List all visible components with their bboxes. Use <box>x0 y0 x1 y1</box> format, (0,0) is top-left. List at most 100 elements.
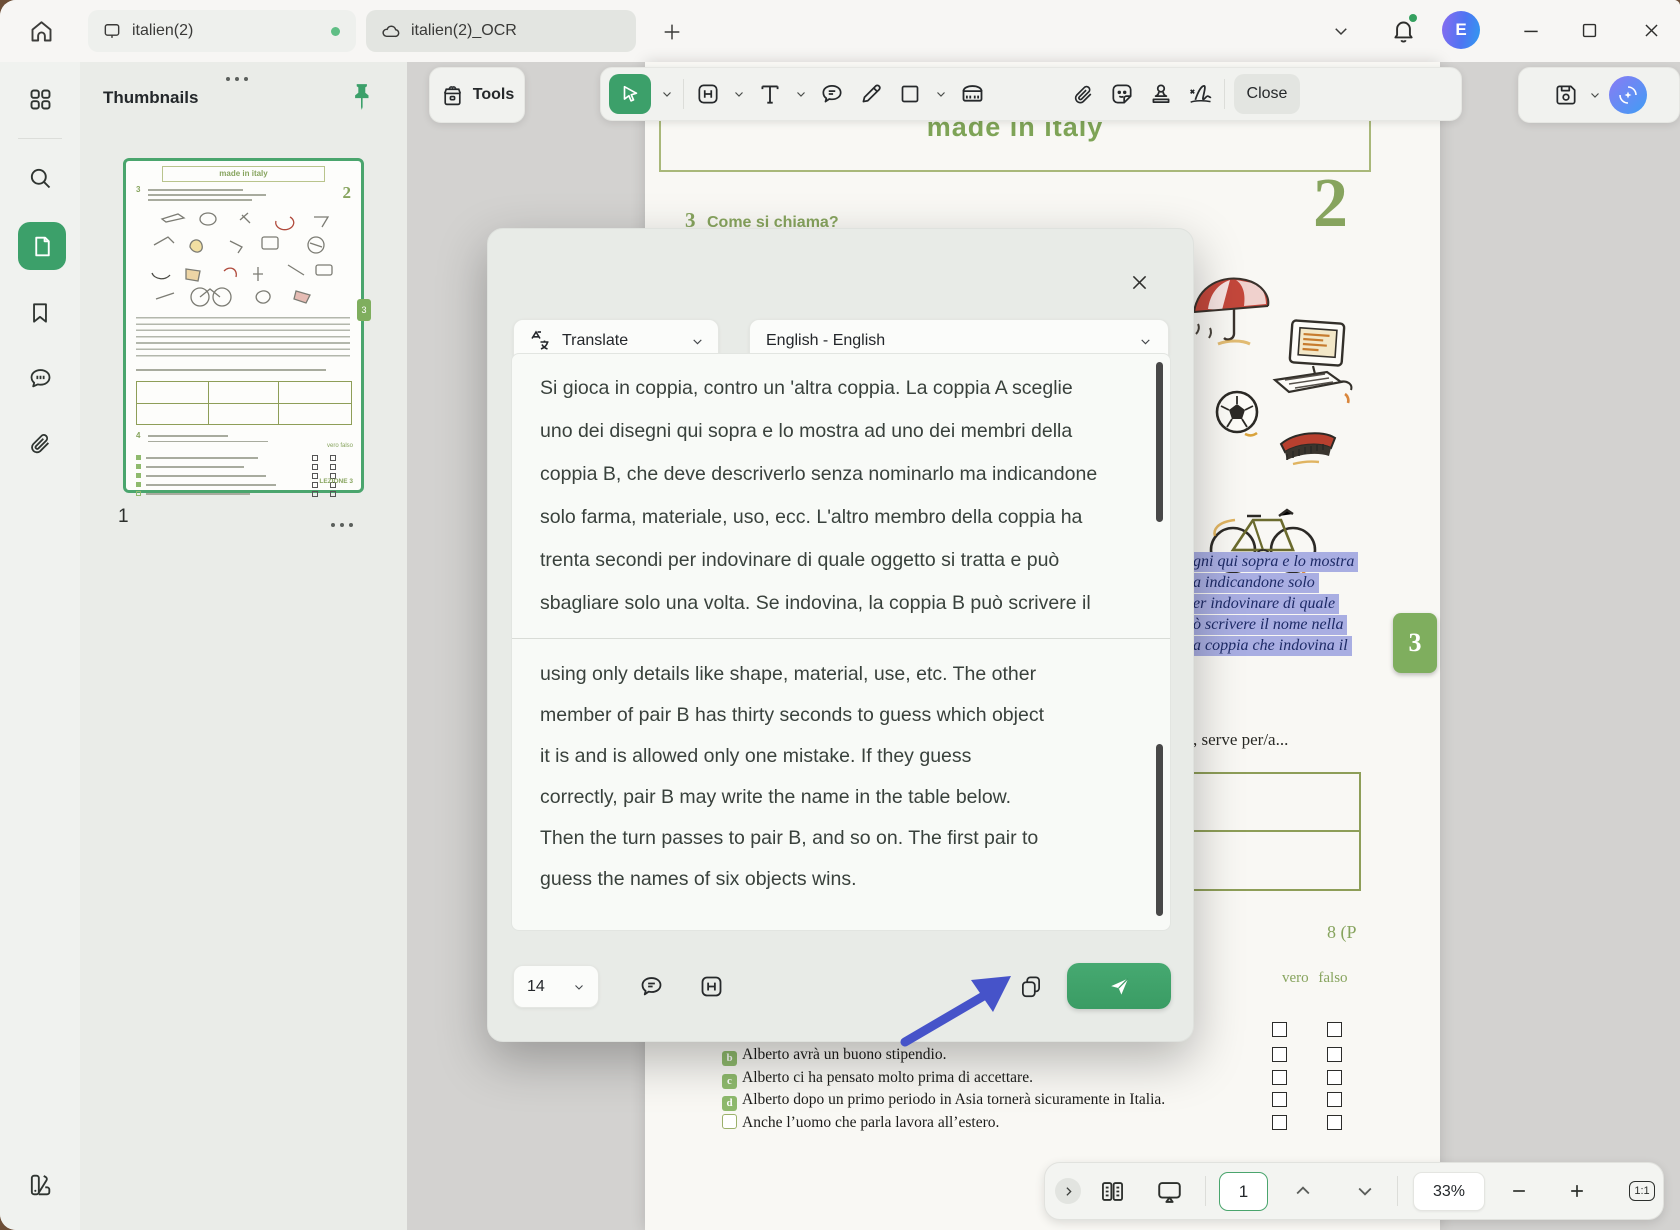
source-scrollbar[interactable] <box>1156 362 1163 522</box>
text-tool-button[interactable] <box>755 79 785 109</box>
thumbnail-paragraph <box>136 317 350 361</box>
panel-menu-dots[interactable] <box>223 68 250 86</box>
thumbnail-page-number: 1 <box>118 506 129 527</box>
sticker-tool-button[interactable] <box>1107 79 1137 109</box>
new-tab-button[interactable] <box>654 14 690 50</box>
chat-bubble-icon <box>30 368 50 387</box>
save-button[interactable] <box>1551 80 1581 110</box>
pen-tool-button[interactable] <box>856 79 886 109</box>
plus-icon <box>664 24 680 40</box>
ai-assistant-button[interactable] <box>1609 76 1647 114</box>
page-layout-button[interactable] <box>1095 1175 1129 1207</box>
source-line: uno dei disegni qui sopra e lo mostra ad… <box>540 420 1073 442</box>
item-text: Alberto ci ha pensato molto prima di acc… <box>742 1069 1033 1086</box>
close-tools-label: Close <box>1246 85 1288 102</box>
presentation-mode-button[interactable] <box>1151 1175 1187 1207</box>
thumbnail-menu-dots[interactable] <box>328 514 355 532</box>
copy-result-button[interactable] <box>1016 971 1046 1001</box>
pin-icon <box>355 84 369 110</box>
save-options-chevron[interactable] <box>1588 88 1602 102</box>
paperclip-icon <box>30 433 49 453</box>
source-line: Si gioca in coppia, contro un 'altra cop… <box>540 377 1073 399</box>
minimize-button[interactable] <box>1516 18 1546 44</box>
stamp-tool-button[interactable] <box>1146 79 1176 109</box>
tools-button[interactable]: Tools <box>429 67 525 123</box>
dialog-comment-button[interactable] <box>636 971 666 1001</box>
sidebar-item-apps[interactable] <box>25 84 55 114</box>
notifications-button[interactable] <box>1386 12 1420 48</box>
translated-line: it is and is allowed only one mistake. I… <box>540 745 972 767</box>
expand-statusbar-button[interactable] <box>1055 1178 1081 1204</box>
attach-tool-button[interactable] <box>1068 79 1098 109</box>
previous-page-button[interactable] <box>1289 1179 1317 1203</box>
doc-checkbox <box>1327 1092 1342 1107</box>
page-icon <box>34 236 50 256</box>
thumbnail-footer: LEZIONE 3 <box>319 478 353 485</box>
swatches-icon <box>30 1174 51 1196</box>
measure-tool-button[interactable] <box>957 79 987 109</box>
thumbnails-panel: Thumbnails made in italy 2 3 4 vero fals… <box>80 62 408 1230</box>
translated-line: using only details like shape, material,… <box>540 663 1037 685</box>
shape-tool-chevron[interactable] <box>934 87 948 101</box>
doc-list-item: Anche l’uomo che parla lavora all’estero… <box>722 1114 999 1132</box>
sidebar-item-search[interactable] <box>25 163 55 193</box>
doc-page-number: 2 <box>1313 165 1348 242</box>
maximize-button[interactable] <box>1574 16 1604 44</box>
select-tool-chevron[interactable] <box>660 87 674 101</box>
page-number-input[interactable]: 1 <box>1219 1172 1268 1211</box>
tools-label: Tools <box>472 86 515 103</box>
thumbnail-page-1[interactable]: made in italy 2 3 4 vero falso LEZIONE 3… <box>123 158 371 497</box>
select-tool-button[interactable] <box>609 74 651 114</box>
next-page-button[interactable] <box>1351 1179 1379 1203</box>
pin-panel-button[interactable] <box>348 82 374 112</box>
item-badge <box>722 1114 737 1129</box>
translated-scrollbar[interactable] <box>1156 744 1163 916</box>
dialog-close-button[interactable] <box>1124 267 1154 297</box>
comment-tool-button[interactable] <box>817 79 847 109</box>
text-tool-chevron[interactable] <box>794 87 808 101</box>
doc-table <box>1192 772 1361 891</box>
item-badge: c <box>722 1074 737 1089</box>
shape-tool-button[interactable] <box>895 79 925 109</box>
thumbnail-section-heading: 3 <box>136 185 141 194</box>
highlighted-text-line: ò scrivere il nome nella <box>1191 615 1348 635</box>
sidebar-item-thumbnails[interactable] <box>18 222 66 270</box>
dialog-text-card: Si gioca in coppia, contro un 'altra cop… <box>511 353 1171 931</box>
actual-size-button[interactable]: 1:1 <box>1625 1175 1659 1207</box>
computer-drawing <box>1272 319 1353 404</box>
sidebar-item-comments[interactable] <box>25 363 55 393</box>
highlight-tool-chevron[interactable] <box>732 87 746 101</box>
search-icon <box>30 168 50 188</box>
close-window-button[interactable] <box>1636 16 1666 44</box>
dialog-highlight-button[interactable] <box>696 971 726 1001</box>
thumbnail-table <box>136 381 352 425</box>
thumbnail-section4: 4 <box>136 431 141 440</box>
page-number-value: 1 <box>1238 1181 1249 1201</box>
sidebar-item-themes[interactable] <box>25 1170 55 1200</box>
sidebar-item-bookmarks[interactable] <box>25 298 55 328</box>
zoom-level-input[interactable]: 33% <box>1413 1172 1485 1211</box>
sidebar-item-attachments[interactable] <box>25 428 55 458</box>
signature-tool-button[interactable] <box>1185 79 1215 109</box>
font-size-dropdown[interactable]: 14 <box>513 965 599 1008</box>
close-tools-button[interactable]: Close <box>1234 74 1300 114</box>
tab-italien2[interactable]: italien(2) <box>88 10 356 52</box>
highlight-tool-button[interactable] <box>693 79 723 109</box>
doc-side-tab: 3 <box>1393 613 1437 673</box>
tab-italien2-ocr[interactable]: italien(2)_OCR <box>366 10 636 52</box>
doc-page-ref: 8 (P <box>1327 922 1357 942</box>
doc-checkbox <box>1327 1070 1342 1085</box>
tab-label: italien(2)_OCR <box>411 22 517 39</box>
chevron-down-icon <box>575 984 583 990</box>
home-button[interactable] <box>18 8 64 54</box>
highlighted-text-line: er indovinare di quale <box>1191 594 1340 614</box>
chevron-down-icon <box>693 338 702 345</box>
send-button[interactable] <box>1067 963 1171 1009</box>
titlebar-expand-button[interactable] <box>1328 18 1354 44</box>
annotation-toolbar: Close <box>600 67 1462 121</box>
doc-checkbox <box>1272 1047 1287 1062</box>
zoom-out-button[interactable] <box>1505 1179 1533 1203</box>
zoom-in-button[interactable] <box>1563 1179 1591 1203</box>
avatar[interactable]: E <box>1442 11 1480 49</box>
tools-icon <box>443 85 461 105</box>
